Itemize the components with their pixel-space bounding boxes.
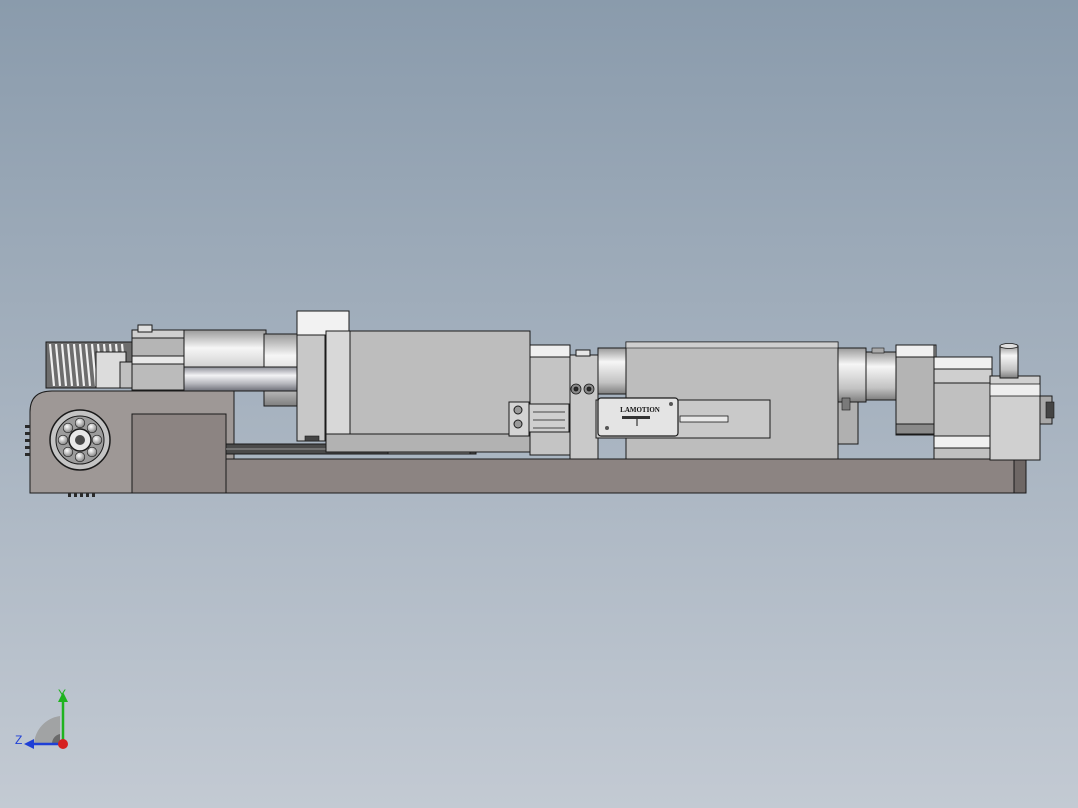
main-body-block[interactable] bbox=[325, 330, 531, 453]
y-axis-label: Y bbox=[58, 687, 66, 701]
nameplate: LAMOTION bbox=[597, 397, 679, 437]
cylinder-right[interactable] bbox=[837, 347, 897, 445]
triad-origin bbox=[58, 739, 68, 749]
orientation-triad[interactable]: Y Z bbox=[12, 686, 82, 758]
z-axis-label: Z bbox=[15, 733, 22, 747]
ball-bearing[interactable] bbox=[49, 409, 111, 471]
end-housing[interactable] bbox=[989, 343, 1055, 461]
nameplate-brand: LAMOTION bbox=[620, 406, 660, 414]
motor-block-right[interactable] bbox=[895, 344, 993, 460]
assembly-model[interactable]: LAMOTION bbox=[0, 0, 1078, 808]
motor-block-left[interactable] bbox=[131, 324, 185, 391]
cad-viewport[interactable]: LAMOTION Y Z bbox=[0, 0, 1078, 808]
coil-spring[interactable] bbox=[45, 341, 135, 389]
z-axis-arrowhead bbox=[24, 739, 34, 749]
sensor-bracket[interactable] bbox=[508, 401, 570, 437]
